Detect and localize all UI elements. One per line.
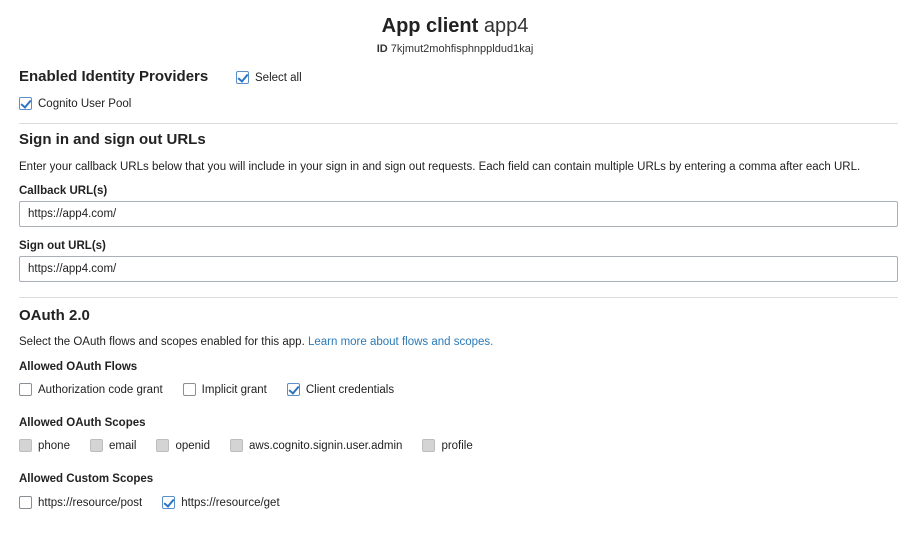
callback-url-input[interactable] <box>19 201 898 227</box>
provider-label: Cognito User Pool <box>38 97 132 110</box>
oauth-flows-group: Authorization code grant Implicit grant … <box>19 383 394 396</box>
checkbox-box[interactable] <box>19 97 32 110</box>
client-id: ID 7kjmut2mohfisphnppldud1kaj <box>0 43 910 55</box>
oauth-description: Select the OAuth flows and scopes enable… <box>19 336 493 348</box>
flow-authorization-code-checkbox[interactable]: Authorization code grant <box>19 383 163 396</box>
provider-cognito-checkbox[interactable]: Cognito User Pool <box>19 97 131 110</box>
flow-implicit-grant-checkbox[interactable]: Implicit grant <box>182 383 267 396</box>
scope-label: profile <box>441 439 473 452</box>
signout-url-label: Sign out URL(s) <box>19 240 106 252</box>
select-all-label: Select all <box>255 71 302 84</box>
checkbox-box[interactable] <box>162 496 176 509</box>
callback-url-label: Callback URL(s) <box>19 185 108 197</box>
client-id-value: 7kjmut2mohfisphnppldud1kaj <box>390 43 534 55</box>
urls-heading: Sign in and sign out URLs <box>19 131 206 148</box>
page-title: App client app4 <box>0 15 910 38</box>
learn-more-link[interactable]: Learn more about flows and scopes. <box>308 336 493 348</box>
custom-scopes-group: https://resource/post https://resource/g… <box>19 496 280 509</box>
oauth-description-text: Select the OAuth flows and scopes enable… <box>19 336 305 348</box>
custom-scope-get-checkbox[interactable]: https://resource/get <box>162 496 280 509</box>
allowed-flows-label: Allowed OAuth Flows <box>19 361 138 373</box>
custom-scope-label: https://resource/post <box>38 496 143 509</box>
custom-scope-post-checkbox[interactable]: https://resource/post <box>19 496 142 509</box>
scope-profile-checkbox[interactable]: profile <box>422 439 473 452</box>
checkbox-box[interactable] <box>182 383 196 396</box>
checkbox-box[interactable] <box>230 439 244 452</box>
scope-openid-checkbox[interactable]: openid <box>156 439 210 452</box>
custom-scope-label: https://resource/get <box>181 496 280 509</box>
client-id-label: ID <box>376 43 388 55</box>
page-title-label: App client <box>381 15 479 37</box>
scope-email-checkbox[interactable]: email <box>89 439 137 452</box>
oauth-heading: OAuth 2.0 <box>19 307 90 324</box>
checkbox-box[interactable] <box>19 439 32 452</box>
allowed-scopes-label: Allowed OAuth Scopes <box>19 417 146 429</box>
signout-url-input[interactable] <box>19 256 898 282</box>
divider <box>19 297 898 298</box>
select-all-checkbox[interactable]: Select all <box>236 71 302 84</box>
checkbox-box[interactable] <box>286 383 300 396</box>
checkbox-box[interactable] <box>422 439 436 452</box>
urls-description: Enter your callback URLs below that you … <box>19 161 861 173</box>
flow-label: Implicit grant <box>201 383 267 396</box>
scope-label: email <box>108 439 137 452</box>
scope-label: phone <box>38 439 70 452</box>
flow-label: Client credentials <box>305 383 395 396</box>
identity-providers-heading: Enabled Identity Providers <box>19 68 209 85</box>
flow-client-credentials-checkbox[interactable]: Client credentials <box>286 383 395 396</box>
oauth-scopes-group: phone email openid aws.cognito.signin.us… <box>19 439 473 452</box>
scope-phone-checkbox[interactable]: phone <box>19 439 70 452</box>
scope-label: aws.cognito.signin.user.admin <box>249 439 403 452</box>
checkbox-box[interactable] <box>89 439 103 452</box>
checkbox-box[interactable] <box>156 439 170 452</box>
client-name: app4 <box>483 15 529 37</box>
scope-aws-admin-checkbox[interactable]: aws.cognito.signin.user.admin <box>230 439 402 452</box>
divider <box>19 123 898 124</box>
checkbox-box[interactable] <box>19 496 32 509</box>
custom-scopes-label: Allowed Custom Scopes <box>19 473 154 485</box>
scope-label: openid <box>175 439 211 452</box>
checkbox-box[interactable] <box>19 383 32 396</box>
flow-label: Authorization code grant <box>38 383 163 396</box>
checkbox-box[interactable] <box>236 71 249 84</box>
